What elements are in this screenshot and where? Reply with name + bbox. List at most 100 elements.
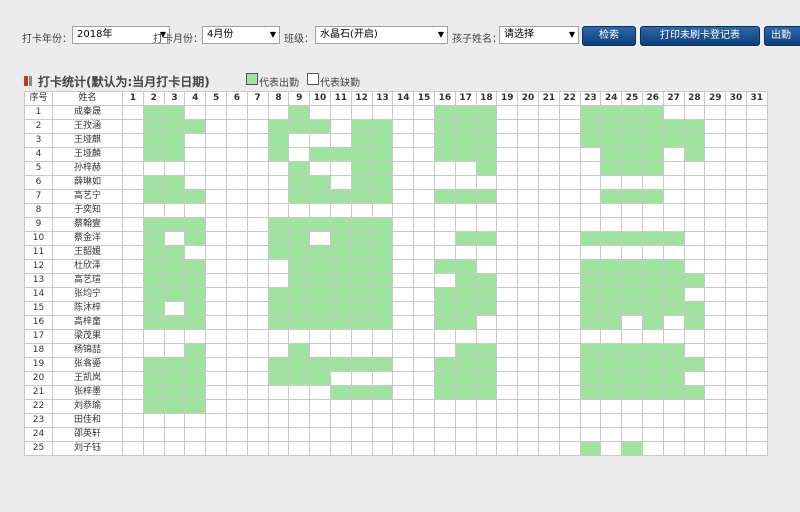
- row-index: 17: [24, 329, 53, 344]
- attendance-cell-absent: [662, 329, 685, 344]
- attendance-cell-present: [433, 259, 456, 274]
- legend-absent-label: 代表缺勤: [320, 78, 360, 89]
- day-header: 10: [309, 91, 331, 106]
- attendance-cell-absent: [413, 413, 435, 428]
- attendance-cell-absent: [433, 217, 456, 232]
- attendance-cell-absent: [496, 161, 519, 176]
- attendance-cell-absent: [662, 315, 685, 330]
- attendance-cell-absent: [475, 413, 498, 428]
- attendance-cell-absent: [537, 441, 560, 456]
- attendance-cell-absent: [246, 259, 269, 274]
- attendance-cell-absent: [267, 161, 290, 176]
- attendance-cell-present: [683, 315, 706, 330]
- attendance-cell-present: [579, 371, 602, 386]
- attendance-cell-absent: [413, 161, 435, 176]
- attendance-cell-present: [163, 217, 186, 232]
- attendance-cell-absent: [537, 161, 560, 176]
- print-unswiped-button[interactable]: 打印未刷卡登记表: [640, 26, 760, 46]
- class-select[interactable]: 水晶石(开启) ▼: [315, 26, 448, 44]
- attendance-cell-present: [267, 301, 290, 316]
- attendance-cell-present: [329, 301, 352, 316]
- attendance-cell-absent: [413, 441, 435, 456]
- attendance-cell-absent: [163, 441, 186, 456]
- attendance-cell-absent: [683, 259, 706, 274]
- attendance-cell-absent: [329, 427, 352, 442]
- day-header: 25: [621, 91, 643, 106]
- col-header-index: 序号: [24, 91, 53, 106]
- attendance-cell-absent: [496, 315, 519, 330]
- attendance-cell-absent: [496, 441, 519, 456]
- attendance-cell-absent: [309, 203, 331, 218]
- attendance-cell-absent: [537, 245, 560, 260]
- attendance-cell-absent: [496, 427, 519, 442]
- attendance-cell-absent: [225, 161, 248, 176]
- attendance-cell-absent: [517, 259, 539, 274]
- attendance-cell-absent: [496, 357, 519, 372]
- attendance-cell-present: [683, 119, 706, 134]
- attendance-cell-present: [350, 217, 373, 232]
- row-index: 22: [24, 399, 53, 414]
- row-index: 20: [24, 371, 53, 386]
- attendance-cell-absent: [725, 245, 747, 260]
- attendance-cell-present: [288, 343, 311, 358]
- attendance-cell-present: [163, 315, 186, 330]
- attendance-cell-absent: [704, 203, 727, 218]
- search-button[interactable]: 检索: [582, 26, 636, 46]
- attendance-cell-absent: [558, 175, 581, 190]
- attendance-cell-present: [329, 231, 352, 246]
- attendance-cell-absent: [496, 203, 519, 218]
- attendance-cell-absent: [184, 161, 207, 176]
- attendance-cell-absent: [496, 133, 519, 148]
- attendance-cell-present: [475, 287, 498, 302]
- day-header: 28: [683, 91, 706, 106]
- attendance-cell-absent: [621, 427, 643, 442]
- attendance-cell-present: [329, 273, 352, 288]
- day-header: 23: [579, 91, 602, 106]
- month-select[interactable]: 4月份 ▼: [202, 26, 280, 44]
- attendance-cell-present: [475, 189, 498, 204]
- attendance-cell-absent: [122, 231, 144, 246]
- attendance-cell-absent: [725, 371, 747, 386]
- attendance-cell-present: [475, 371, 498, 386]
- attendance-cell-absent: [517, 105, 539, 120]
- attendance-cell-present: [579, 119, 602, 134]
- attendance-cell-absent: [225, 399, 248, 414]
- attendance-cell-absent: [205, 119, 227, 134]
- attendance-cell-present: [579, 343, 602, 358]
- attendance-cell-present: [600, 287, 623, 302]
- attendance-cell-absent: [163, 203, 186, 218]
- attendance-cell-absent: [288, 441, 311, 456]
- attendance-cell-present: [579, 301, 602, 316]
- student-name: 王韶媛: [52, 245, 123, 260]
- attendance-cell-absent: [558, 105, 581, 120]
- student-name: 高艺宁: [52, 189, 123, 204]
- attendance-cell-absent: [745, 105, 768, 120]
- attendance-cell-absent: [475, 217, 498, 232]
- attendance-cell-absent: [122, 203, 144, 218]
- attendance-cell-present: [184, 315, 207, 330]
- child-select[interactable]: 请选择 ▼: [499, 26, 579, 44]
- attendance-cell-absent: [558, 441, 581, 456]
- attendance-cell-absent: [725, 133, 747, 148]
- attendance-cell-present: [309, 301, 331, 316]
- attendance-cell-absent: [205, 245, 227, 260]
- attendance-cell-absent: [641, 413, 664, 428]
- attendance-cell-absent: [683, 105, 706, 120]
- attendance-cell-present: [579, 231, 602, 246]
- attendance-cell-present: [600, 133, 623, 148]
- attendance-cell-absent: [371, 413, 394, 428]
- attendance-cell-absent: [662, 245, 685, 260]
- student-name: 薛琳如: [52, 175, 123, 190]
- attendance-cell-absent: [392, 175, 415, 190]
- attendance-cell-present: [267, 133, 290, 148]
- attendance-cell-absent: [475, 399, 498, 414]
- attendance-cell-absent: [745, 161, 768, 176]
- attendance-cell-absent: [122, 105, 144, 120]
- attendance-cell-present: [433, 119, 456, 134]
- attendance-cell-absent: [704, 385, 727, 400]
- attendance-cell-absent: [163, 301, 186, 316]
- attendance-cell-absent: [205, 329, 227, 344]
- section-marker-icon: [29, 76, 32, 86]
- export-attendance-button[interactable]: 出勤: [764, 26, 800, 46]
- attendance-cell-absent: [454, 245, 477, 260]
